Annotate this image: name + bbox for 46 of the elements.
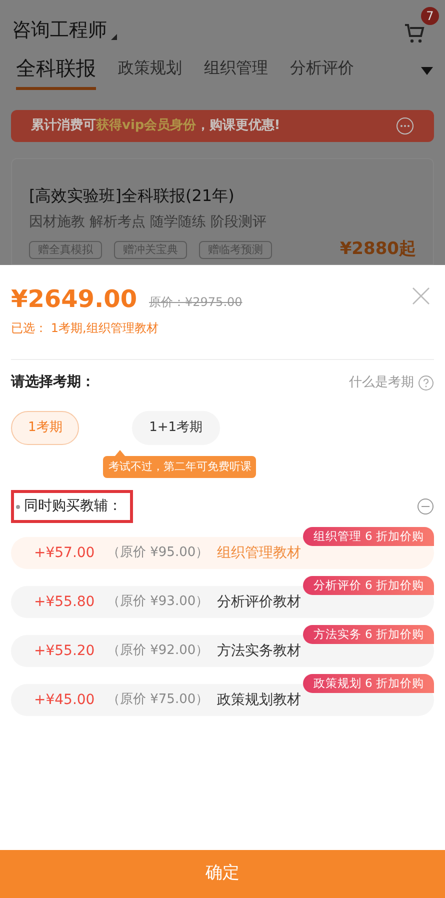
cart-count-badge: 7: [421, 7, 439, 25]
dropdown-icon: [111, 34, 117, 40]
addon-name: 政策规划教材: [217, 690, 301, 710]
addon-original-price: （原价 ¥92.00）: [107, 642, 210, 660]
category-tab[interactable]: 组织管理: [204, 56, 268, 86]
addon-name: 方法实务教材: [217, 642, 301, 660]
addon-price: +¥55.80: [34, 592, 96, 612]
addon-price: +¥55.20: [34, 642, 96, 660]
addon-name: 组织管理教材: [217, 544, 301, 562]
discount-badge: 组织管理 6 折加价购: [303, 527, 434, 546]
addon-original-price: （原价 ¥93.00）: [107, 593, 210, 612]
promo-text: 累计消费可获得vip会员身份，购课更优惠!: [31, 117, 280, 136]
selection-summary: 已选： 1考期,组织管理教材: [11, 320, 160, 337]
section-heading: 请选择考期：: [11, 373, 95, 392]
course-subtitle: 因材施教 解析考点 随学随练 阶段测评: [29, 213, 268, 232]
course-price: ¥2880起: [340, 238, 416, 261]
discount-badge: 分析评价 6 折加价购: [303, 576, 434, 595]
caret-icon[interactable]: [421, 67, 433, 75]
original-price: 原价：¥2975.00: [149, 294, 242, 311]
category-tab[interactable]: 全科联报: [16, 52, 96, 90]
period-option[interactable]: 1考期: [11, 411, 80, 445]
addon-name: 分析评价教材: [217, 592, 301, 612]
addon-price: +¥57.00: [34, 544, 96, 562]
addon-original-price: （原价 ¥75.00）: [107, 691, 210, 710]
page-title[interactable]: 咨询工程师: [12, 16, 107, 44]
tooltip: 考试不过，第二年可免费听课: [103, 456, 256, 478]
category-tab[interactable]: 政策规划: [118, 56, 182, 86]
more-icon[interactable]: [396, 117, 414, 135]
addon-price: +¥45.00: [34, 690, 96, 710]
help-link[interactable]: 什么是考期: [349, 372, 414, 392]
tooltip-arrow-icon: [115, 450, 126, 456]
bullet-icon: [16, 504, 20, 508]
close-icon[interactable]: [412, 287, 430, 305]
discount-badge: 方法实务 6 折加价购: [303, 625, 434, 644]
discount-badge: 政策规划 6 折加价购: [303, 674, 434, 693]
collapse-icon[interactable]: [417, 498, 434, 515]
section-heading: 同时购买教辅：: [24, 497, 122, 516]
total-price: ¥2649.00: [11, 287, 138, 311]
category-tab[interactable]: 分析评价: [290, 56, 354, 86]
cart-icon[interactable]: [403, 21, 427, 45]
confirm-button[interactable]: 确定: [0, 850, 445, 898]
promo-banner[interactable]: 累计消费可获得vip会员身份，购课更优惠!: [11, 110, 434, 142]
course-title: [高效实验班]全科联报(21年): [29, 185, 236, 207]
addon-original-price: （原价 ¥95.00）: [107, 544, 210, 562]
period-option[interactable]: 1+1考期: [132, 411, 220, 445]
help-icon[interactable]: [418, 374, 434, 390]
